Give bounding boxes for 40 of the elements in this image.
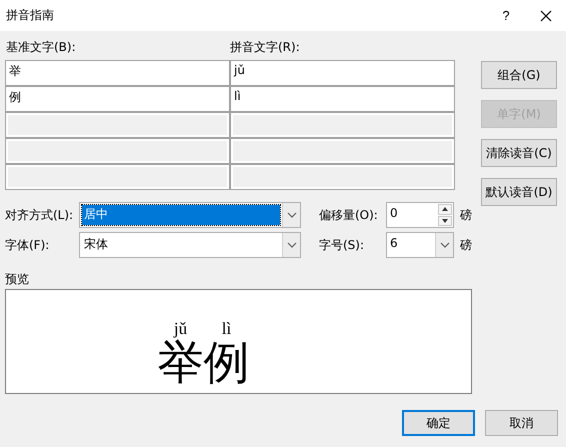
base-text-field[interactable] [6,165,229,189]
preview-label: 预览 [5,271,30,288]
size-dropdown[interactable]: 6 [386,232,454,258]
ruby-text-field[interactable] [231,139,454,163]
base-text-field[interactable]: 例 [6,87,229,111]
unit-label: 磅 [460,236,472,254]
ruby-text-field[interactable]: jǔ [231,61,454,85]
base-text-field[interactable] [6,139,229,163]
alignment-dropdown[interactable]: 居中 [79,202,301,228]
ruby-text-field[interactable] [231,165,454,189]
font-dropdown[interactable]: 宋体 [79,232,301,258]
unit-label: 磅 [460,206,472,224]
cancel-button[interactable]: 取消 [485,410,558,436]
chevron-down-icon [286,212,296,218]
ruby-text-field[interactable] [231,113,454,137]
preview-character: 举 [158,338,204,388]
down-arrow-icon [442,218,448,223]
pinyin-text: jǔ [174,320,188,338]
up-arrow-icon [442,207,448,212]
offset-label: 偏移量(O): [319,206,379,224]
side-button[interactable]: 组合(G) [481,61,557,89]
side-button[interactable]: 清除读音(C) [481,139,557,167]
offset-spinbox[interactable]: 0 [386,202,454,228]
preview-character: 例 [204,338,250,388]
chevron-down-icon [440,242,450,248]
base-text-label: 基准文字(B): [6,39,77,56]
size-label: 字号(S): [319,236,366,254]
base-text-field[interactable]: 举 [6,61,229,85]
ok-button[interactable]: 确定 [402,410,475,436]
pinyin-text: lì [222,320,232,338]
font-label: 字体(F): [5,236,50,254]
side-button[interactable]: 默认读音(D) [481,178,557,206]
help-button[interactable]: ? [486,0,526,30]
alignment-label: 对齐方式(L): [5,206,74,224]
ruby-text-field[interactable]: lì [231,87,454,111]
ruby-text-label: 拼音文字(R): [230,39,301,56]
window-title: 拼音指南 [6,7,55,24]
base-text-field[interactable] [6,113,229,137]
chevron-down-icon [286,242,296,248]
close-icon [540,10,552,22]
